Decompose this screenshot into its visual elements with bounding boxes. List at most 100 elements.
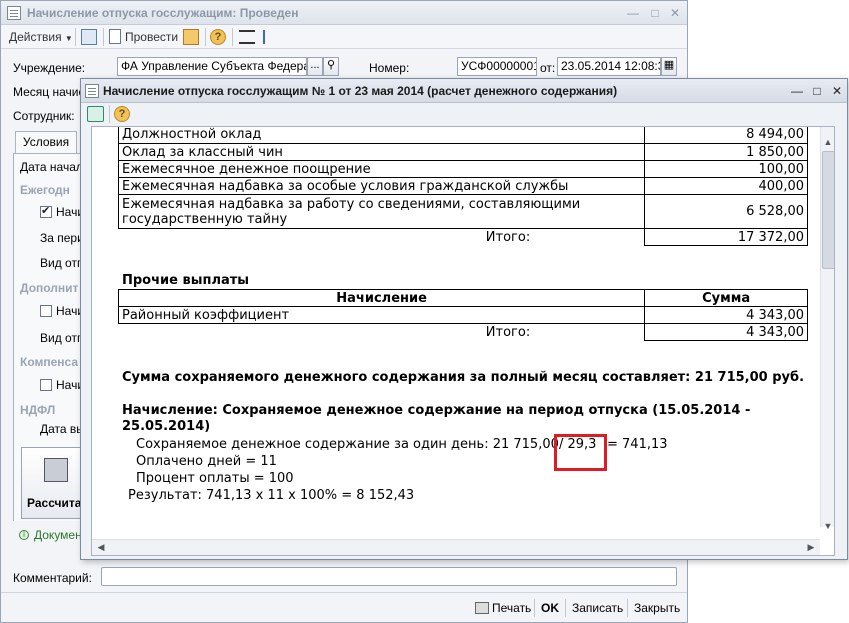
report-window-title: Начисление отпуска госслужащим № 1 от 23… bbox=[103, 84, 618, 98]
help-icon[interactable]: ? bbox=[210, 29, 226, 45]
vertical-scrollbar[interactable]: ▲ ▼ bbox=[820, 127, 834, 531]
horizontal-scrollbar[interactable]: ◀ ▶ bbox=[92, 539, 820, 555]
report-window-titlebar[interactable]: Начисление отпуска госслужащим № 1 от 23… bbox=[81, 79, 847, 103]
calendar-icon[interactable]: ▦ bbox=[661, 57, 677, 76]
close-icon[interactable]: ✕ bbox=[829, 83, 845, 99]
maximize-icon[interactable]: □ bbox=[809, 83, 825, 99]
toolbar-separator bbox=[75, 28, 76, 46]
other-value-cell: 4 343,00 bbox=[644, 306, 808, 324]
save-button[interactable]: Записать bbox=[572, 601, 623, 615]
other-total-value: 4 343,00 bbox=[644, 323, 808, 341]
calculation-report-window: Начисление отпуска госслужащим № 1 от 23… bbox=[80, 78, 848, 560]
help-icon[interactable]: ? bbox=[114, 106, 130, 122]
toolbar-separator bbox=[205, 28, 206, 46]
close-button[interactable]: Закрыть bbox=[634, 601, 680, 615]
salary-name-cell: Ежемесячная надбавка за работу со сведен… bbox=[117, 194, 646, 229]
institution-field[interactable]: ФА Управление Субъекта Федерац bbox=[117, 57, 307, 76]
salary-name-cell: Оклад за классный чин bbox=[117, 143, 646, 161]
document-icon bbox=[7, 6, 21, 20]
report-toolbar: ? bbox=[81, 103, 847, 125]
minimize-icon[interactable]: — bbox=[625, 5, 641, 21]
table-row: Ежемесячная надбавка за работу со сведен… bbox=[117, 194, 808, 229]
salary-value-cell: 1 850,00 bbox=[644, 143, 808, 161]
column-header-accrual: Начисление bbox=[117, 289, 646, 307]
close-icon[interactable]: ✕ bbox=[667, 5, 683, 21]
document-toolbar: Действия ▼ Провести ? bbox=[1, 25, 687, 49]
annual-group-title: Ежегодн bbox=[20, 183, 70, 197]
ok-button[interactable]: OK bbox=[541, 601, 559, 615]
compensation-accrue-checkbox[interactable] bbox=[40, 379, 52, 391]
calculator-icon bbox=[44, 458, 68, 482]
maximize-icon[interactable]: □ bbox=[647, 5, 663, 21]
salary-table: Должностной оклад 8 494,00 Оклад за класс… bbox=[117, 127, 808, 246]
number-field[interactable]: УСФ00000001 bbox=[457, 57, 537, 76]
salary-total-value: 17 372,00 bbox=[644, 228, 808, 246]
repost-icon[interactable] bbox=[183, 29, 199, 45]
calculate-button-label: Рассчита bbox=[27, 496, 82, 510]
calculate-button[interactable]: Рассчита bbox=[21, 447, 85, 519]
post-button[interactable]: Провести bbox=[125, 30, 178, 44]
scroll-right-icon[interactable]: ▶ bbox=[804, 540, 818, 554]
ndfl-group-title: НДФЛ bbox=[20, 403, 56, 417]
bottom-separator bbox=[1, 592, 687, 593]
salary-name-cell: Должностной оклад bbox=[117, 127, 646, 144]
additional-accrue-checkbox[interactable] bbox=[40, 305, 52, 317]
salary-name-cell: Ежемесячная надбавка за особые условия г… bbox=[117, 177, 646, 195]
scroll-left-icon[interactable]: ◀ bbox=[94, 540, 108, 554]
scroll-up-icon[interactable]: ▲ bbox=[821, 135, 834, 149]
bottom-separator bbox=[534, 599, 535, 617]
document-link[interactable]: Докумен bbox=[34, 528, 82, 542]
date-from-label: от: bbox=[540, 61, 556, 75]
comment-field[interactable] bbox=[101, 567, 677, 586]
vacation-type-label: Вид отп bbox=[40, 256, 84, 270]
salary-total-label: Итого: bbox=[485, 229, 531, 245]
other-payments-heading: Прочие выплаты bbox=[122, 273, 250, 288]
salary-name-cell: Ежемесячное денежное поощрение bbox=[117, 160, 646, 178]
vertical-scroll-thumb[interactable] bbox=[822, 151, 834, 269]
period-label: За пери bbox=[40, 231, 84, 245]
start-date-label: Дата начал bbox=[20, 160, 83, 174]
search-icon[interactable]: ⚲ bbox=[323, 57, 339, 76]
dropdown-arrow-icon: ▼ bbox=[64, 34, 73, 43]
salary-value-cell: 6 528,00 bbox=[644, 194, 808, 229]
table-row: Ежемесячное денежное поощрение 100,00 bbox=[117, 160, 808, 178]
report-sheet: Должностной оклад 8 494,00 Оклад за класс… bbox=[91, 126, 835, 556]
document-window-titlebar[interactable]: Начисление отпуска госслужащим: Проведен… bbox=[1, 1, 687, 25]
scroll-down-icon[interactable]: ▼ bbox=[821, 519, 834, 533]
employee-label: Сотрудник: bbox=[13, 109, 75, 123]
report-icon bbox=[85, 84, 99, 98]
toolbar-separator bbox=[109, 105, 110, 123]
select-button[interactable]: ... bbox=[307, 57, 323, 76]
minimize-icon[interactable]: — bbox=[789, 83, 805, 99]
print-button[interactable]: Печать bbox=[492, 601, 531, 615]
structure-icon[interactable] bbox=[239, 30, 255, 44]
pay-percent: Процент оплаты = 100 bbox=[136, 471, 294, 486]
number-label: Номер: bbox=[369, 61, 410, 75]
tab-conditions[interactable]: Условия bbox=[15, 131, 77, 153]
other-name-cell: Районный коэффициент bbox=[117, 306, 646, 324]
salary-name-line: государственную тайну bbox=[122, 211, 288, 227]
bottom-separator bbox=[627, 599, 628, 617]
date-field[interactable]: 23.05.2014 12:08:31 bbox=[557, 57, 661, 76]
document-window-title: Начисление отпуска госслужащим: Проведен bbox=[27, 6, 299, 20]
printer-icon bbox=[475, 602, 489, 614]
salary-value-cell: 8 494,00 bbox=[644, 127, 808, 144]
table-row: Районный коэффициент 4 343,00 bbox=[117, 306, 808, 324]
actions-menu-button[interactable]: Действия ▼ bbox=[9, 30, 73, 46]
calculation-result: Результат: 741,13 х 11 х 100% = 8 152,43 bbox=[128, 488, 415, 503]
bottom-separator bbox=[565, 599, 566, 617]
daily-result: = 741,13 bbox=[607, 437, 668, 452]
print-preview-icon[interactable] bbox=[87, 106, 104, 122]
go-back-icon[interactable] bbox=[81, 29, 97, 45]
annual-accrue-checkbox[interactable] bbox=[40, 204, 52, 218]
compensation-group-title: Компенса bbox=[20, 355, 79, 369]
month-label: Месяц начис bbox=[13, 85, 85, 99]
table-row: Должностной оклад 8 494,00 bbox=[117, 127, 808, 144]
accrual-heading-line1: Начисление: Сохраняемое денежное содержа… bbox=[122, 403, 751, 418]
additional-group-title: Дополнит bbox=[20, 281, 79, 295]
info-icon: i bbox=[19, 530, 29, 540]
salary-name-line: Ежемесячная надбавка за работу со сведен… bbox=[122, 196, 581, 212]
hierarchy-icon[interactable] bbox=[263, 30, 279, 44]
actions-label: Действия bbox=[9, 30, 62, 44]
table-row: Итого: 4 343,00 bbox=[119, 323, 808, 341]
